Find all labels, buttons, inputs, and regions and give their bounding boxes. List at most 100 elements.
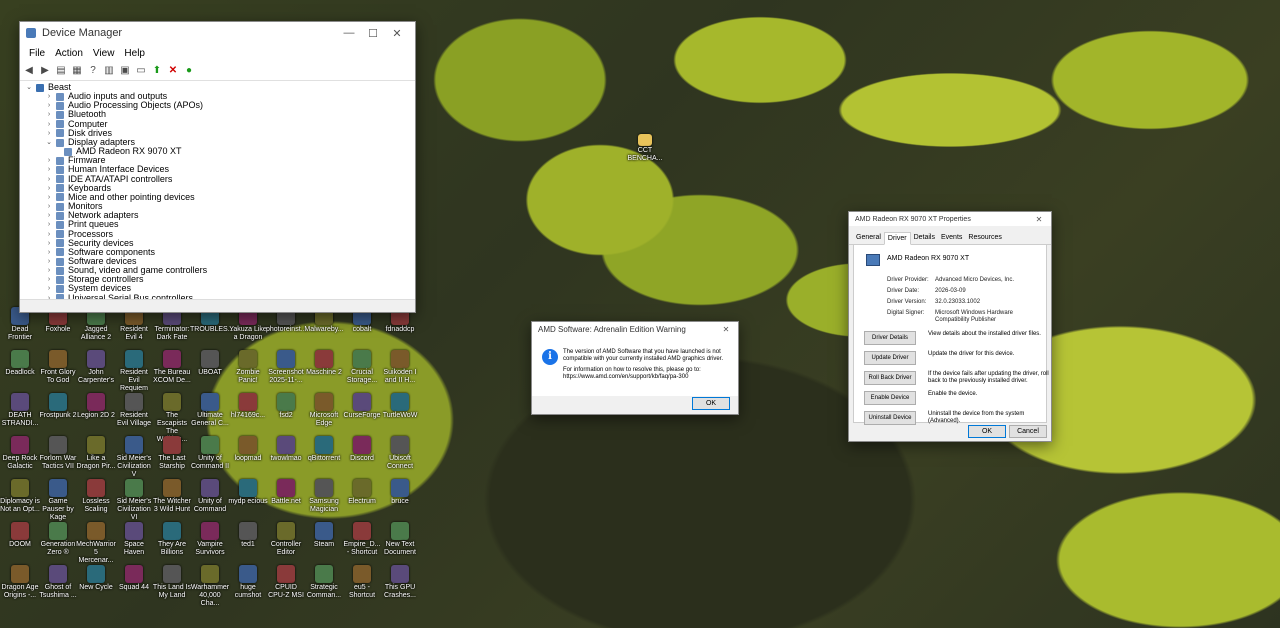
- desktop-icon-cct-bencha[interactable]: CCT BENCHA...: [627, 134, 663, 163]
- desktop-icon[interactable]: Dragon Age Origins -...: [0, 565, 40, 600]
- desktop-icon[interactable]: New Text Document: [380, 522, 420, 557]
- chevron-right-icon[interactable]: ›: [44, 120, 54, 129]
- cancel-button[interactable]: Cancel: [1009, 425, 1047, 438]
- maximize-button[interactable]: ☐: [361, 27, 385, 40]
- chevron-right-icon[interactable]: ›: [44, 129, 54, 138]
- menu-file[interactable]: File: [24, 48, 50, 59]
- desktop-icon[interactable]: Deadlock: [0, 350, 40, 377]
- desktop-icon[interactable]: They Are Billions: [152, 522, 192, 557]
- desktop-icon[interactable]: New Cycle: [76, 565, 116, 592]
- warning-link[interactable]: https://www.amd.com/en/support/kb/faq/pa…: [563, 374, 733, 381]
- desktop-icon[interactable]: Ghost of Tsushima ...: [38, 565, 78, 600]
- close-button[interactable]: ✕: [1033, 215, 1045, 224]
- driver-action-button[interactable]: Enable Device: [864, 391, 916, 405]
- desktop-icon[interactable]: Suikoden I and II H...: [380, 350, 420, 385]
- desktop-icon[interactable]: The Last Starship: [152, 436, 192, 471]
- properties-titlebar[interactable]: AMD Radeon RX 9070 XT Properties ✕: [849, 212, 1051, 226]
- desktop-icon[interactable]: DOOM: [0, 522, 40, 549]
- driver-action-button[interactable]: Roll Back Driver: [864, 371, 916, 385]
- list-view-icon[interactable]: ▥: [103, 65, 115, 77]
- desktop-icon[interactable]: fsd2: [266, 393, 306, 420]
- desktop-icon[interactable]: hl74169c...: [228, 393, 268, 420]
- desktop-icon[interactable]: Resident Evil Village: [114, 393, 154, 428]
- desktop-icon[interactable]: Electrum: [342, 479, 382, 506]
- desktop-icon[interactable]: This Land Is My Land: [152, 565, 192, 600]
- chevron-right-icon[interactable]: ›: [44, 266, 54, 275]
- back-arrow-icon[interactable]: ◀: [23, 65, 35, 77]
- driver-action-button[interactable]: Driver Details: [864, 331, 916, 345]
- desktop-icon[interactable]: qBittorrent: [304, 436, 344, 463]
- chevron-right-icon[interactable]: ›: [44, 239, 54, 248]
- driver-action-button[interactable]: Update Driver: [864, 351, 916, 365]
- desktop-icon[interactable]: Samsung Magician: [304, 479, 344, 514]
- desktop-icon[interactable]: eu5 - Shortcut: [342, 565, 382, 600]
- desktop-icon[interactable]: Forlorn War Tactics VII: [38, 436, 78, 471]
- desktop-icon[interactable]: TurtleWoW: [380, 393, 420, 420]
- desktop-icon[interactable]: This GPU Crashes...: [380, 565, 420, 600]
- desktop-icon[interactable]: The Witcher 3 Wild Hunt: [152, 479, 192, 514]
- desktop-icon[interactable]: Sid Meier's Civilization VI: [114, 479, 154, 522]
- desktop-icon[interactable]: twowlmao: [266, 436, 306, 463]
- properties-icon[interactable]: ▦: [71, 65, 83, 77]
- tab-resources[interactable]: Resources: [965, 232, 1004, 244]
- menu-help[interactable]: Help: [119, 48, 150, 59]
- menu-action[interactable]: Action: [50, 48, 88, 59]
- desktop-icon[interactable]: Strategic Comman...: [304, 565, 344, 600]
- tab-general[interactable]: General: [853, 232, 884, 244]
- desktop-icon[interactable]: Discord: [342, 436, 382, 463]
- chevron-right-icon[interactable]: ›: [44, 156, 54, 165]
- desktop-icon[interactable]: Generation Zero ®: [38, 522, 78, 557]
- desktop-icon[interactable]: Like a Dragon Pir...: [76, 436, 116, 471]
- driver-action-button[interactable]: Uninstall Device: [864, 411, 916, 425]
- forward-arrow-icon[interactable]: ▶: [39, 65, 51, 77]
- desktop-icon[interactable]: Sid Meier's Civilization V: [114, 436, 154, 479]
- desktop-icon[interactable]: Maschine 2: [304, 350, 344, 377]
- desktop-icon[interactable]: Unity of Command II: [190, 436, 230, 471]
- desktop-icon[interactable]: Steam: [304, 522, 344, 549]
- desktop-icon[interactable]: Space Haven: [114, 522, 154, 557]
- desktop-icon[interactable]: Screenshot 2025-11-...: [266, 350, 306, 385]
- chevron-right-icon[interactable]: ›: [44, 211, 54, 220]
- desktop-icon[interactable]: Battle.net: [266, 479, 306, 506]
- tab-details[interactable]: Details: [911, 232, 938, 244]
- desktop-icon[interactable]: Legion 2D 2: [76, 393, 116, 420]
- chevron-right-icon[interactable]: ›: [44, 257, 54, 266]
- desktop-icon[interactable]: UBOAT: [190, 350, 230, 377]
- desktop-icon[interactable]: Unity of Command: [190, 479, 230, 514]
- desktop-icon[interactable]: Zombie Panic!: [228, 350, 268, 385]
- desktop-icon[interactable]: Diplomacy is Not an Opt...: [0, 479, 40, 514]
- desktop-icon[interactable]: Front Glory To God: [38, 350, 78, 385]
- desktop-icon[interactable]: Frostpunk 2: [38, 393, 78, 420]
- desktop-icon[interactable]: ted1: [228, 522, 268, 549]
- desktop-icon[interactable]: Ultimate General C...: [190, 393, 230, 428]
- desktop-icon[interactable]: mydp ecious: [228, 479, 268, 506]
- chevron-right-icon[interactable]: ›: [44, 92, 54, 101]
- chevron-right-icon[interactable]: ›: [44, 220, 54, 229]
- scan-hardware-icon[interactable]: ●: [183, 65, 195, 77]
- warning-titlebar[interactable]: AMD Software: Adrenalin Edition Warning …: [532, 322, 738, 336]
- print-icon[interactable]: ▣: [119, 65, 131, 77]
- desktop-icon[interactable]: Controller Editor: [266, 522, 306, 557]
- chevron-right-icon[interactable]: ›: [44, 165, 54, 174]
- desktop-icon[interactable]: Resident Evil Requiem: [114, 350, 154, 393]
- desktop-icon[interactable]: Ubisoft Connect: [380, 436, 420, 471]
- desktop-icon[interactable]: Vampire Survivors: [190, 522, 230, 557]
- desktop-icon[interactable]: Game Pauser by Kage: [38, 479, 78, 522]
- desktop-icon[interactable]: DEATH STRANDI...: [0, 393, 40, 428]
- desktop-icon[interactable]: Microsoft Edge: [304, 393, 344, 428]
- chevron-right-icon[interactable]: ›: [44, 184, 54, 193]
- tab-driver[interactable]: Driver: [883, 232, 911, 245]
- close-button[interactable]: ✕: [720, 325, 732, 334]
- chevron-right-icon[interactable]: ›: [44, 248, 54, 257]
- desktop-icon[interactable]: Lossless Scaling: [76, 479, 116, 514]
- chevron-right-icon[interactable]: ›: [44, 284, 54, 293]
- ok-button[interactable]: OK: [968, 425, 1006, 438]
- close-button[interactable]: ✕: [385, 27, 409, 40]
- tab-events[interactable]: Events: [938, 232, 965, 244]
- desktop-icon[interactable]: Crucial Storage...: [342, 350, 382, 385]
- desktop-icon[interactable]: Warhammer 40,000 Cha...: [190, 565, 230, 608]
- chevron-right-icon[interactable]: ›: [44, 275, 54, 284]
- desktop-icon[interactable]: huge cumshot: [228, 565, 268, 600]
- chevron-right-icon[interactable]: ›: [44, 193, 54, 202]
- chevron-right-icon[interactable]: ›: [44, 101, 54, 110]
